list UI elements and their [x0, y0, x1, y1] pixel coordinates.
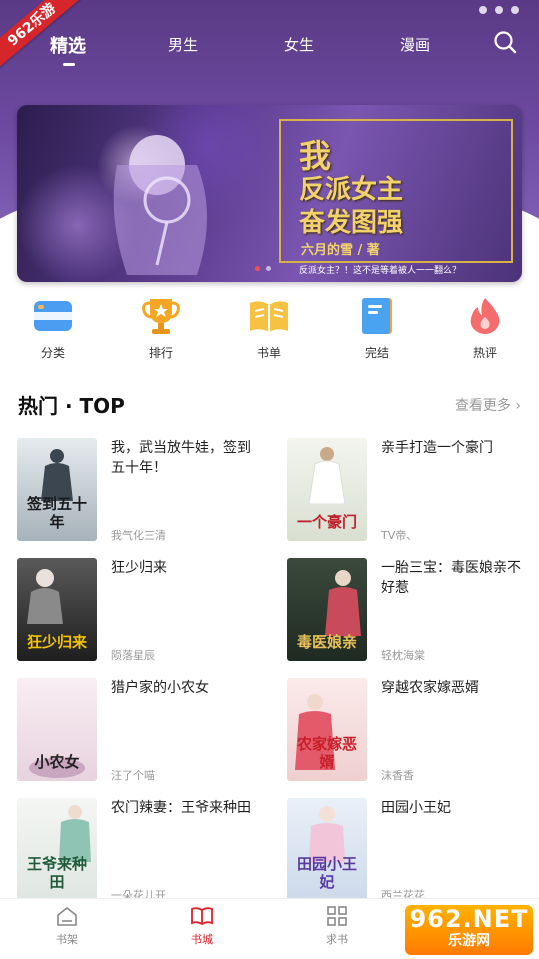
book-card[interactable]: 农家嫁恶婿 穿越农家嫁恶婿 沫香香 — [287, 678, 537, 783]
status-bar — [479, 6, 519, 14]
book-author: 陨落星辰 — [111, 649, 155, 662]
category-row: 分类 排行 书单 完结 热评 — [0, 295, 539, 370]
site-watermark: 962.NET 乐游网 — [405, 905, 533, 955]
cover-title: 狂少归来 — [26, 633, 87, 651]
cover-title: 小农女 — [34, 753, 80, 771]
cover-title: 毒医娘亲 — [296, 633, 357, 651]
nav-label: 求书 — [326, 933, 348, 946]
cover-figure-illustration — [309, 806, 345, 862]
banner-pagination — [255, 266, 271, 271]
banner-title-line2: 反派女主 — [299, 175, 404, 205]
book-cover: 小农女 — [17, 678, 97, 781]
book-store-icon — [191, 907, 213, 926]
status-dot — [511, 6, 519, 14]
book-title: 穿越农家嫁恶婿 — [381, 680, 479, 696]
book-title: 我，武当放牛娃，签到五十年！ — [111, 440, 251, 476]
nav-bookshelf[interactable]: 书架 — [27, 905, 107, 947]
watermark-line1: 962.NET — [409, 905, 529, 933]
book-card[interactable]: 田园小王妃 田园小王妃 西兰花花 — [287, 798, 537, 903]
category-hot-reviews[interactable]: 热评 — [445, 295, 525, 361]
cover-figure-illustration — [308, 447, 346, 504]
banner-title-line3: 奋发图强 — [299, 208, 404, 238]
category-ranking[interactable]: 排行 — [121, 295, 201, 361]
cover-title: 农家嫁恶婿 — [296, 735, 357, 771]
nav-label: 书架 — [56, 933, 78, 946]
book-cover: 农家嫁恶婿 — [287, 678, 367, 781]
flame-icon — [470, 298, 500, 334]
book-author: 汪了个喵 — [111, 769, 155, 782]
banner-author: 六月的雪 / 著 — [301, 243, 380, 258]
category-finished[interactable]: 完结 — [337, 295, 417, 361]
book-cover: 王爷来种田 — [17, 798, 97, 901]
cover-figure-illustration — [27, 569, 63, 624]
book-cover: 签到五十年 — [17, 438, 97, 541]
promo-banner[interactable]: 我 反派女主 奋发图强 六月的雪 / 著 反派女主？！这不是等着被人一一翻么？ — [17, 105, 522, 282]
book-cover: 田园小王妃 — [287, 798, 367, 901]
book-card[interactable]: 一个豪门 亲手打造一个豪门 TV帝、 — [287, 438, 537, 543]
trophy-icon — [142, 299, 180, 334]
cover-figure-illustration — [325, 570, 361, 636]
book-cover: 狂少归来 — [17, 558, 97, 661]
book-title: 亲手打造一个豪门 — [381, 440, 493, 456]
book-title: 农门辣妻：王爷来种田 — [111, 800, 251, 816]
book-title: 一胎三宝：毒医娘亲不好惹 — [381, 560, 521, 596]
nav-label: 书城 — [191, 933, 213, 946]
category-icon — [34, 301, 72, 331]
book-card[interactable]: 毒医娘亲 一胎三宝：毒医娘亲不好惹 轻枕海棠 — [287, 558, 537, 663]
category-booklist[interactable]: 书单 — [229, 295, 309, 361]
cover-figure-illustration — [59, 805, 91, 862]
search-icon[interactable] — [493, 30, 517, 54]
banner-dot[interactable] — [266, 266, 271, 271]
cover-title: 一个豪门 — [296, 513, 357, 531]
top-tabs: 精选 男生 女生 漫画 — [0, 28, 539, 68]
tab-featured[interactable]: 精选 — [50, 32, 86, 58]
cover-title: 田园小王妃 — [296, 855, 357, 891]
book-title: 田园小王妃 — [381, 800, 451, 816]
category-label: 排行 — [148, 346, 173, 360]
book-card[interactable]: 王爷来种田 农门辣妻：王爷来种田 一朵花儿开 — [17, 798, 267, 903]
book-cover: 一个豪门 — [287, 438, 367, 541]
book-author: 我气化三清 — [111, 529, 166, 542]
category-label: 热评 — [472, 346, 497, 360]
book-title: 狂少归来 — [111, 560, 167, 576]
nav-request-book[interactable]: 求书 — [297, 905, 377, 947]
banner-character-illustration — [113, 135, 207, 275]
status-dot — [495, 6, 503, 14]
cover-title: 王爷来种田 — [26, 855, 87, 891]
category-label: 书单 — [256, 346, 281, 360]
tab-male[interactable]: 男生 — [168, 34, 198, 55]
finished-book-icon — [362, 298, 392, 334]
book-card[interactable]: 签到五十年 我，武当放牛娃，签到五十年！ 我气化三清 — [17, 438, 267, 543]
bookshelf-icon — [57, 906, 77, 926]
booklist-icon — [250, 301, 288, 332]
nav-book-store[interactable]: 书城 — [162, 905, 242, 947]
tab-female[interactable]: 女生 — [284, 34, 314, 55]
status-dot — [479, 6, 487, 14]
watermark-line2: 乐游网 — [448, 933, 490, 949]
category-label: 分类 — [40, 346, 65, 360]
see-more-link[interactable]: 查看更多 › — [455, 395, 521, 415]
book-title: 猎户家的小农女 — [111, 680, 209, 696]
active-tab-indicator — [63, 63, 75, 66]
cover-title: 签到五十年 — [26, 495, 87, 531]
section-title: 热门 · TOP — [18, 394, 125, 418]
book-author: 轻枕海棠 — [381, 649, 425, 662]
banner-dot-active[interactable] — [255, 266, 260, 271]
category-classify[interactable]: 分类 — [13, 295, 93, 361]
cover-figure-illustration — [41, 449, 73, 501]
tab-comics[interactable]: 漫画 — [400, 34, 430, 55]
request-book-icon — [327, 906, 347, 926]
category-label: 完结 — [364, 346, 389, 360]
book-card[interactable]: 小农女 猎户家的小农女 汪了个喵 — [17, 678, 267, 783]
book-cover: 毒医娘亲 — [287, 558, 367, 661]
book-author: 沫香香 — [381, 769, 414, 782]
book-author: TV帝、 — [381, 529, 418, 542]
book-card[interactable]: 狂少归来 狂少归来 陨落星辰 — [17, 558, 267, 663]
banner-slogan: 反派女主？！这不是等着被人一一翻么？ — [299, 266, 462, 276]
